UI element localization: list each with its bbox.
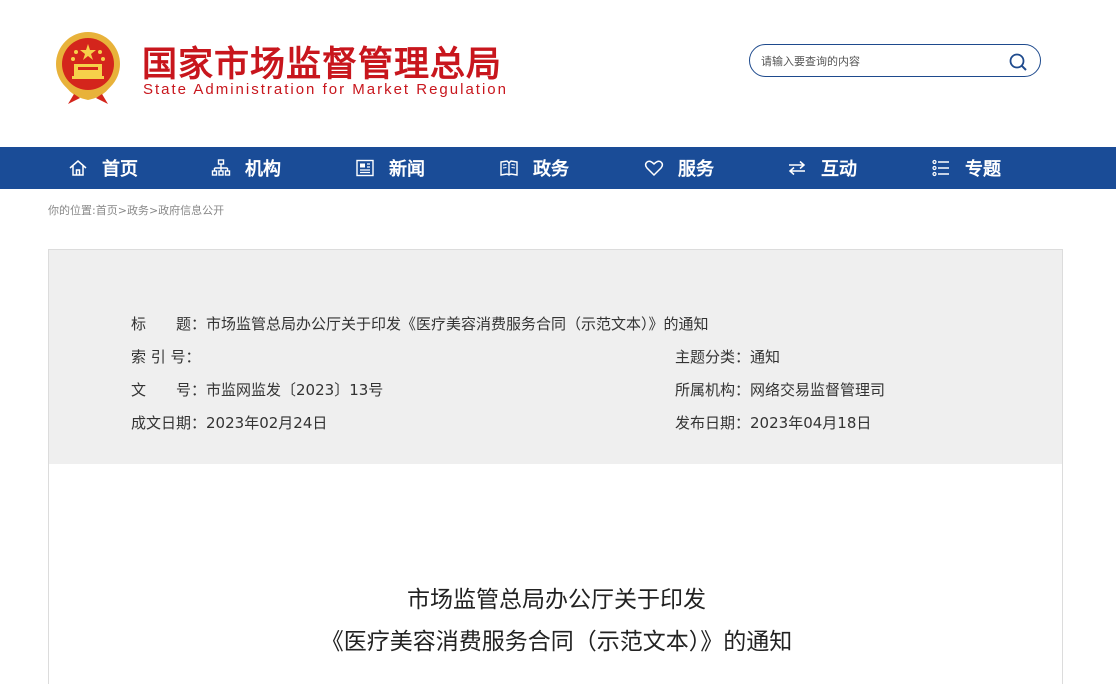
meta-title-value: 市场监管总局办公厅关于印发《医疗美容消费服务合同（示范文本）》的通知 bbox=[206, 315, 709, 333]
meta-index-label: 索 引 号： bbox=[131, 348, 201, 366]
breadcrumb-separator: > bbox=[148, 204, 159, 217]
meta-published-value: 2023年04月18日 bbox=[750, 414, 872, 432]
nav-item-news[interactable]: 新闻 bbox=[355, 147, 425, 189]
meta-title: 标 题：市场监管总局办公厅关于印发《医疗美容消费服务合同（示范文本）》的通知 bbox=[131, 313, 709, 334]
meta-dept: 所属机构：网络交易监督管理司 bbox=[675, 379, 885, 400]
nav-label: 政务 bbox=[533, 159, 569, 180]
nav-item-affairs[interactable]: 政务 bbox=[499, 147, 569, 189]
exchange-arrows-icon bbox=[788, 160, 806, 176]
meta-created-value: 2023年02月24日 bbox=[206, 414, 328, 432]
meta-index: 索 引 号： bbox=[131, 346, 201, 367]
meta-docno-value: 市监网监发〔2023〕13号 bbox=[206, 381, 384, 399]
list-icon bbox=[932, 159, 949, 177]
meta-docno: 文 号：市监网监发〔2023〕13号 bbox=[131, 379, 383, 400]
meta-dept-value: 网络交易监督管理司 bbox=[750, 381, 886, 399]
nav-label: 服务 bbox=[678, 159, 714, 180]
document-metadata: 标 题：市场监管总局办公厅关于印发《医疗美容消费服务合同（示范文本）》的通知 索… bbox=[48, 249, 1063, 465]
nav-item-topics[interactable]: 专题 bbox=[931, 147, 1001, 189]
org-chart-icon bbox=[211, 159, 231, 176]
meta-topic-label: 主题分类： bbox=[675, 348, 751, 366]
breadcrumb-separator: > bbox=[117, 204, 127, 217]
nav-item-service[interactable]: 服务 bbox=[644, 147, 714, 189]
article-body: 市场监管总局办公厅关于印发 《医疗美容消费服务合同（示范文本）》的通知 bbox=[48, 464, 1063, 684]
meta-topic: 主题分类：通知 bbox=[675, 346, 780, 367]
newspaper-icon bbox=[356, 159, 374, 177]
meta-published: 发布日期：2023年04月18日 bbox=[675, 412, 871, 433]
article-title-line-1: 市场监管总局办公厅关于印发 bbox=[407, 587, 706, 613]
nav-label: 首页 bbox=[102, 159, 138, 180]
meta-title-label: 标 题： bbox=[131, 315, 207, 333]
site-name-en[interactable]: State Administration for Market Regulati… bbox=[143, 81, 508, 98]
national-emblem-logo[interactable] bbox=[52, 30, 124, 104]
breadcrumb-affairs[interactable]: 政务 bbox=[127, 204, 149, 217]
meta-topic-value: 通知 bbox=[750, 348, 781, 366]
heart-icon bbox=[644, 160, 664, 177]
meta-created: 成文日期：2023年02月24日 bbox=[131, 412, 327, 433]
book-icon bbox=[500, 160, 518, 176]
search-box bbox=[749, 44, 1041, 77]
nav-item-interaction[interactable]: 互动 bbox=[787, 147, 857, 189]
search-input[interactable] bbox=[761, 52, 1001, 70]
home-icon bbox=[69, 160, 87, 176]
nav-label: 互动 bbox=[821, 159, 857, 180]
nav-label: 专题 bbox=[965, 159, 1001, 180]
meta-published-label: 发布日期： bbox=[675, 414, 751, 432]
nav-label: 机构 bbox=[245, 159, 281, 180]
nav-item-home[interactable]: 首页 bbox=[68, 147, 138, 189]
breadcrumb-prefix: 你的位置: bbox=[48, 204, 96, 217]
meta-dept-label: 所属机构： bbox=[675, 381, 751, 399]
site-header: 国家市场监督管理总局 State Administration for Mark… bbox=[0, 0, 1116, 147]
nav-label: 新闻 bbox=[389, 159, 425, 180]
breadcrumb-gov-info[interactable]: 政府信息公开 bbox=[158, 204, 224, 217]
search-icon[interactable] bbox=[1008, 52, 1028, 72]
breadcrumb-home[interactable]: 首页 bbox=[96, 204, 118, 217]
main-nav: 首页 机构 新闻 政务 服务 互动 专题 bbox=[0, 147, 1116, 189]
meta-created-label: 成文日期： bbox=[131, 414, 207, 432]
site-name-cn[interactable]: 国家市场监督管理总局 bbox=[142, 36, 502, 87]
nav-item-org[interactable]: 机构 bbox=[211, 147, 281, 189]
meta-docno-label: 文 号： bbox=[131, 381, 207, 399]
breadcrumb: 你的位置:首页>政务>政府信息公开 bbox=[48, 202, 224, 218]
article-title-line-2: 《医疗美容消费服务合同（示范文本）》的通知 bbox=[320, 629, 793, 655]
